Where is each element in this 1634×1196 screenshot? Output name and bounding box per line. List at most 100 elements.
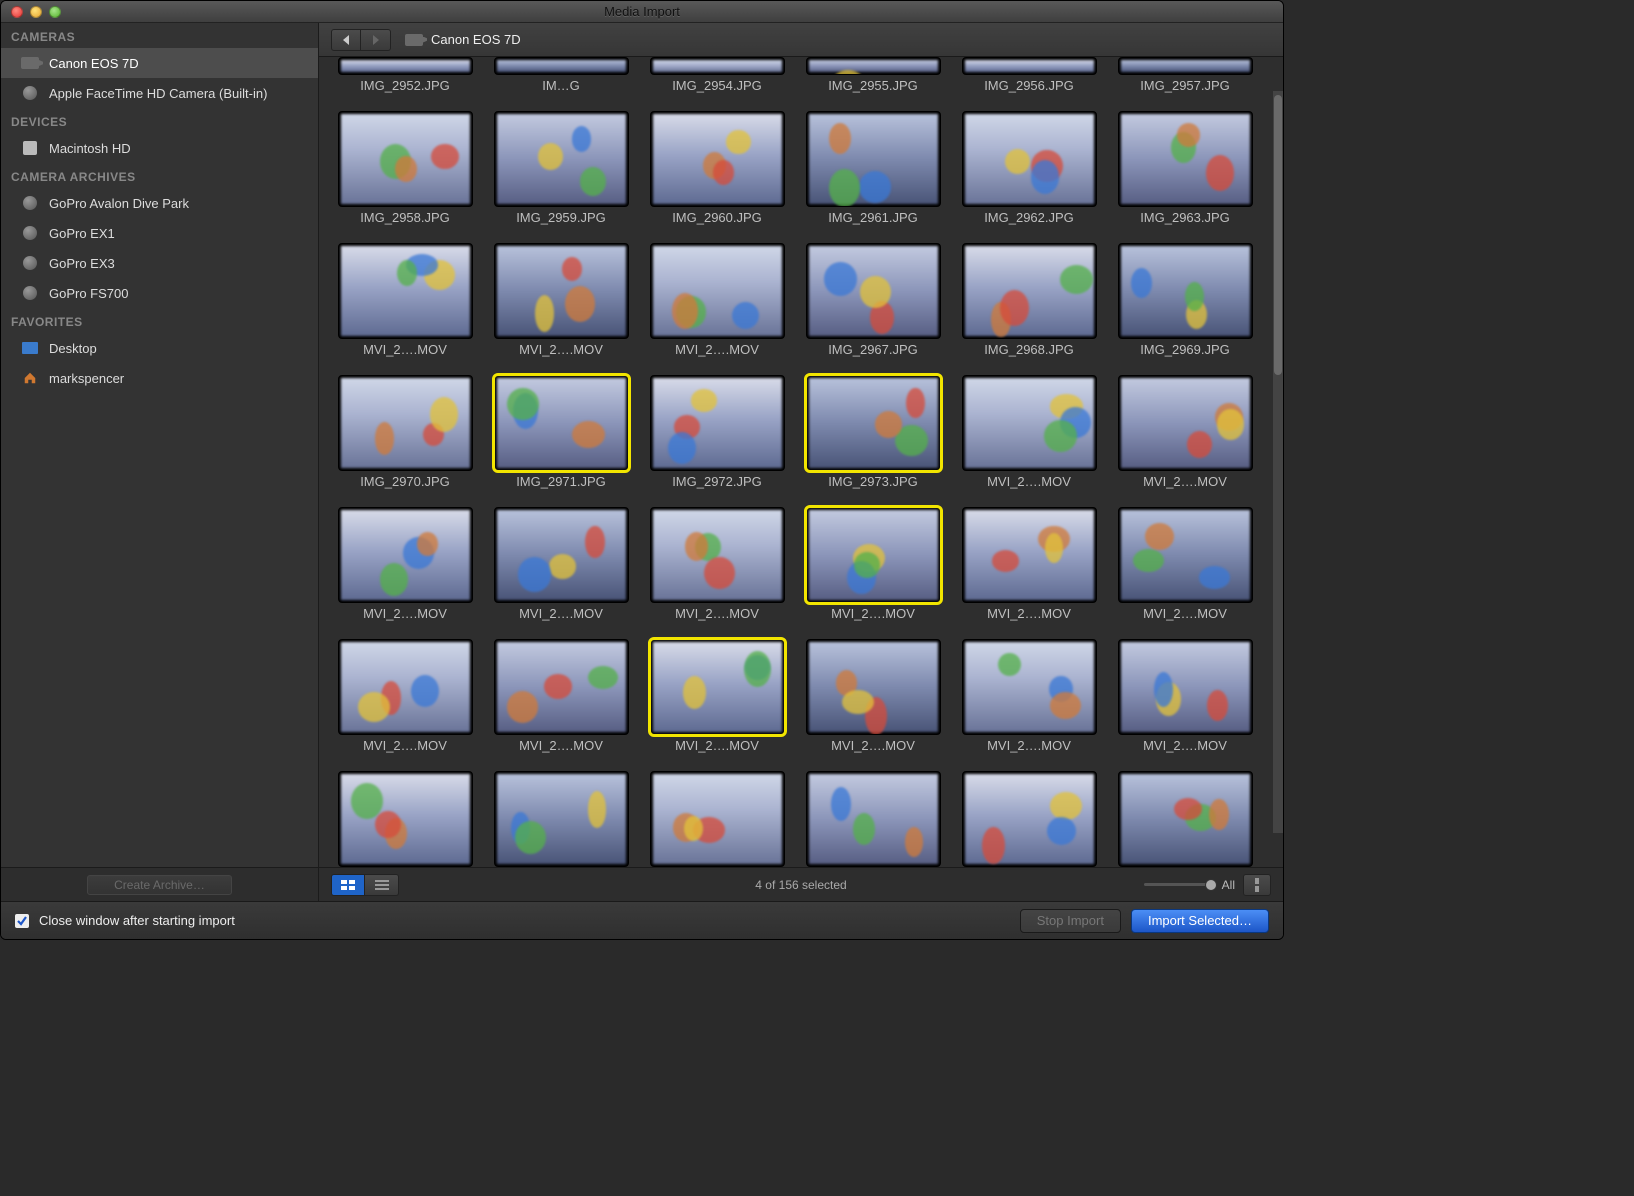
thumbnail-image[interactable] [494,639,629,735]
thumbnail-size-slider[interactable] [1144,883,1214,886]
thumbnail-item[interactable]: IMG_2954.JPG [647,57,787,93]
thumbnail-item[interactable]: MVI_2….MOV [335,507,475,621]
thumbnail-item[interactable]: IMG_2962.JPG [959,111,1099,225]
thumbnail-image[interactable] [962,375,1097,471]
thumbnail-image[interactable] [650,375,785,471]
thumbnail-item[interactable]: MVI_2….MOV [491,639,631,753]
scrollbar[interactable] [1273,91,1283,833]
thumbnail-image[interactable] [806,771,941,867]
thumbnail-item[interactable]: MVI_2….MOV [491,507,631,621]
thumbnail-image[interactable] [806,639,941,735]
thumbnail-item[interactable]: IMG_2969.JPG [1115,243,1255,357]
create-archive-button[interactable]: Create Archive… [87,875,232,895]
sidebar-item[interactable]: markspencer [1,363,318,393]
sidebar-item[interactable]: Macintosh HD [1,133,318,163]
thumbnail-item[interactable] [1115,771,1255,867]
thumbnail-item[interactable]: MVI_2….MOV [1115,639,1255,753]
thumbnail-item[interactable] [959,771,1099,867]
thumbnail-image[interactable] [806,111,941,207]
thumbnail-image[interactable] [494,507,629,603]
thumbnail-item[interactable]: IMG_2963.JPG [1115,111,1255,225]
thumbnail-item[interactable]: MVI_2….MOV [959,639,1099,753]
thumbnail-image[interactable] [806,57,941,75]
thumbnail-item[interactable] [335,771,475,867]
thumbnail-item[interactable]: IMG_2961.JPG [803,111,943,225]
thumbnail-item[interactable]: IMG_2959.JPG [491,111,631,225]
thumbnail-image[interactable] [962,57,1097,75]
thumbnail-item[interactable]: MVI_2….MOV [959,375,1099,489]
thumbnail-image[interactable] [650,639,785,735]
thumbnail-item[interactable]: IMG_2956.JPG [959,57,1099,93]
sidebar-item[interactable]: GoPro EX1 [1,218,318,248]
stop-import-button[interactable]: Stop Import [1020,909,1121,933]
thumbnail-image[interactable] [650,57,785,75]
thumbnail-image[interactable] [338,639,473,735]
thumbnail-image[interactable] [962,639,1097,735]
nav-back-button[interactable] [331,29,361,51]
thumbnail-item[interactable]: MVI_2….MOV [647,243,787,357]
thumbnail-image[interactable] [338,243,473,339]
thumbnail-image[interactable] [806,507,941,603]
thumbnail-image[interactable] [962,111,1097,207]
thumbnail-image[interactable] [1118,243,1253,339]
thumbnail-image[interactable] [650,771,785,867]
thumbnail-image[interactable] [806,375,941,471]
sidebar-item[interactable]: Canon EOS 7D [1,48,318,78]
thumbnail-item[interactable]: MVI_2….MOV [1115,375,1255,489]
thumbnail-grid[interactable]: IMG_2952.JPG IM…G IMG_2954.JPG IMG_2955.JPG… [319,57,1283,867]
thumbnail-image[interactable] [494,57,629,75]
thumbnail-image[interactable] [650,111,785,207]
thumbnail-item[interactable]: IMG_2955.JPG [803,57,943,93]
thumbnail-image[interactable] [338,111,473,207]
thumbnail-item[interactable] [491,771,631,867]
thumbnail-image[interactable] [1118,771,1253,867]
thumbnail-image[interactable] [494,375,629,471]
sidebar-item[interactable]: GoPro FS700 [1,278,318,308]
thumbnail-image[interactable] [650,507,785,603]
thumbnail-image[interactable] [1118,507,1253,603]
thumbnail-item[interactable]: IMG_2957.JPG [1115,57,1255,93]
close-window-checkbox[interactable] [15,914,29,928]
thumbnail-item[interactable]: IMG_2952.JPG [335,57,475,93]
thumbnail-item[interactable] [803,771,943,867]
clip-appearance-button[interactable] [1243,874,1271,896]
thumbnail-image[interactable] [338,57,473,75]
thumbnail-image[interactable] [494,111,629,207]
sidebar-item[interactable]: Apple FaceTime HD Camera (Built-in) [1,78,318,108]
scrollbar-thumb[interactable] [1274,95,1282,375]
nav-forward-button[interactable] [361,29,391,51]
thumbnail-image[interactable] [338,771,473,867]
thumbnail-item[interactable]: MVI_2….MOV [803,507,943,621]
thumbnail-image[interactable] [962,507,1097,603]
thumbnail-image[interactable] [1118,375,1253,471]
thumbnail-item[interactable]: IMG_2960.JPG [647,111,787,225]
thumbnail-item[interactable]: MVI_2….MOV [647,507,787,621]
import-selected-button[interactable]: Import Selected… [1131,909,1269,933]
thumbnail-image[interactable] [1118,111,1253,207]
thumbnail-item[interactable]: IMG_2971.JPG [491,375,631,489]
thumbnail-item[interactable]: MVI_2….MOV [1115,507,1255,621]
thumbnail-image[interactable] [338,375,473,471]
thumbnail-item[interactable]: MVI_2….MOV [491,243,631,357]
thumbnail-item[interactable]: MVI_2….MOV [803,639,943,753]
thumbnail-item[interactable] [647,771,787,867]
thumbnail-image[interactable] [338,507,473,603]
thumbnail-image[interactable] [494,243,629,339]
sidebar-item[interactable]: Desktop [1,333,318,363]
thumbnail-image[interactable] [1118,57,1253,75]
thumbnail-item[interactable]: IMG_2973.JPG [803,375,943,489]
thumbnail-item[interactable]: IM…G [491,57,631,93]
thumbnail-item[interactable]: IMG_2970.JPG [335,375,475,489]
thumbnail-item[interactable]: MVI_2….MOV [959,507,1099,621]
thumbnail-item[interactable]: IMG_2967.JPG [803,243,943,357]
thumbnail-item[interactable]: MVI_2….MOV [647,639,787,753]
thumbnail-item[interactable]: MVI_2….MOV [335,639,475,753]
thumbnail-image[interactable] [806,243,941,339]
thumbnail-image[interactable] [650,243,785,339]
thumbnail-image[interactable] [494,771,629,867]
thumbnail-item[interactable]: MVI_2….MOV [335,243,475,357]
thumbnail-item[interactable]: IMG_2972.JPG [647,375,787,489]
sidebar-item[interactable]: GoPro Avalon Dive Park [1,188,318,218]
sidebar-item[interactable]: GoPro EX3 [1,248,318,278]
thumbnail-image[interactable] [962,243,1097,339]
